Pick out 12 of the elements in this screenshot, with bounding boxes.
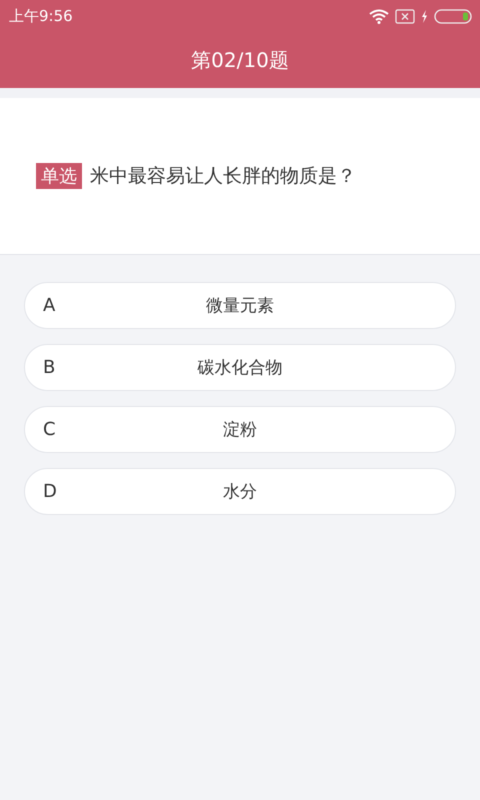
page-title: 第02/10题 [191,46,289,74]
wifi-icon [369,8,389,24]
battery-icon [434,8,472,24]
no-sim-icon [395,8,415,24]
question-text: 米中最容易让人长胖的物质是？ [90,164,356,189]
question-type-badge: 单选 [36,163,82,189]
answer-option[interactable]: A 微量元素 [24,282,456,329]
answer-option[interactable]: D 水分 [24,468,456,515]
answer-option[interactable]: C 淀粉 [24,406,456,453]
charging-icon [421,10,428,22]
status-time: 上午9:56 [9,6,73,26]
answer-option[interactable]: B 碳水化合物 [24,344,456,391]
